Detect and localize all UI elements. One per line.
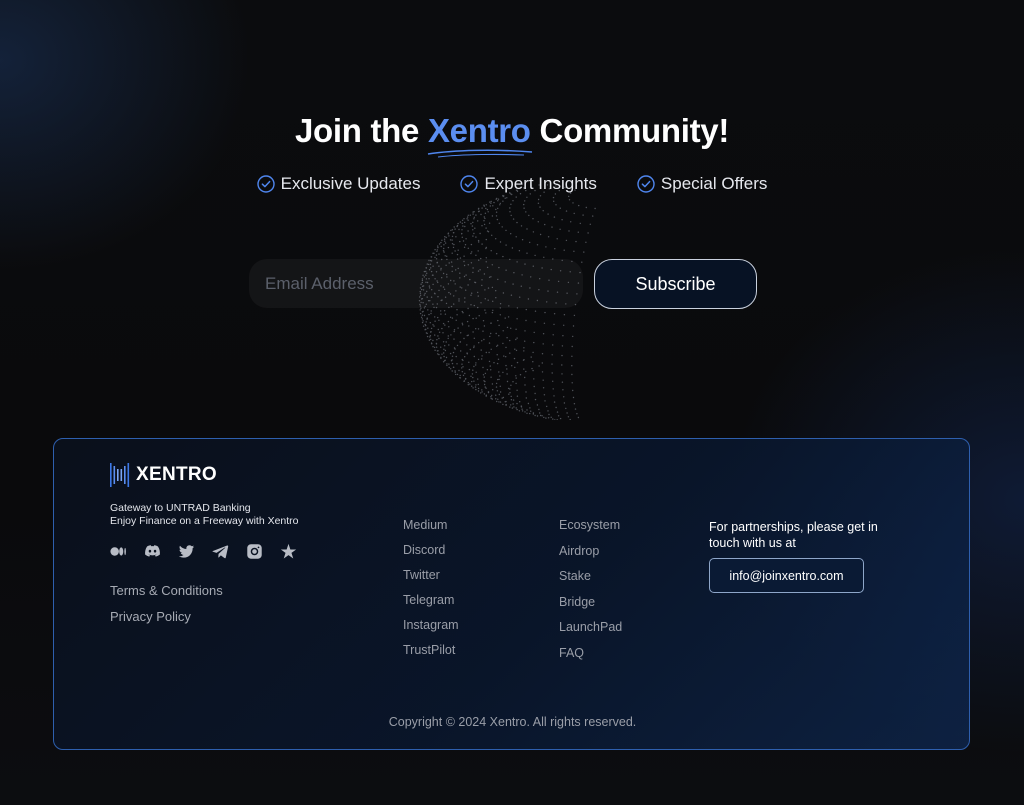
instagram-icon[interactable] xyxy=(246,543,263,560)
telegram-icon[interactable] xyxy=(212,543,229,560)
footer-link-bridge[interactable]: Bridge xyxy=(559,595,622,610)
hero-title-brand: Xentro xyxy=(427,112,533,158)
subscribe-form: Subscribe xyxy=(249,259,757,309)
brand-underline-icon xyxy=(427,149,533,158)
partnership-text: For partnerships, please get in touch wi… xyxy=(709,520,878,550)
tagline-line-1: Gateway to UNTRAD Banking xyxy=(110,502,251,514)
benefit-item: Expert Insights xyxy=(460,174,597,194)
hero-brand-text: Xentro xyxy=(427,112,531,149)
social-links xyxy=(110,543,297,560)
check-circle-icon xyxy=(256,175,275,193)
footer-tagline: Gateway to UNTRAD Banking Enjoy Finance … xyxy=(110,502,299,528)
benefit-label: Special Offers xyxy=(660,174,768,193)
xentro-logo-icon xyxy=(110,463,130,487)
footer-link-airdrop[interactable]: Airdrop xyxy=(559,544,622,559)
footer-link-faq[interactable]: FAQ xyxy=(559,646,622,661)
discord-icon[interactable] xyxy=(144,543,161,560)
tagline-line-2: Enjoy Finance on a Freeway with Xentro xyxy=(110,515,299,527)
hero-title-prefix: Join the xyxy=(294,112,428,149)
hero-title-suffix: Community! xyxy=(530,112,730,149)
contact-email-button[interactable]: info@joinxentro.com xyxy=(709,558,864,593)
footer-link-stake[interactable]: Stake xyxy=(559,569,622,584)
medium-icon[interactable] xyxy=(110,543,127,560)
footer-card: XENTRO Gateway to UNTRAD Banking Enjoy F… xyxy=(53,438,970,750)
product-links: Ecosystem Airdrop Stake Bridge LaunchPad… xyxy=(559,518,622,671)
email-input[interactable] xyxy=(249,259,583,308)
twitter-icon[interactable] xyxy=(178,543,195,560)
hero-title: Join the Xentro Community! xyxy=(0,112,1024,158)
footer-link-medium[interactable]: Medium xyxy=(403,518,459,533)
footer-logo[interactable]: XENTRO xyxy=(110,463,217,487)
benefit-label: Expert Insights xyxy=(484,174,597,193)
legal-links: Terms & Conditions Privacy Policy xyxy=(110,583,223,635)
footer-link-launchpad[interactable]: LaunchPad xyxy=(559,620,622,635)
footer-link-ecosystem[interactable]: Ecosystem xyxy=(559,518,622,533)
community-links: Medium Discord Twitter Telegram Instagra… xyxy=(403,518,459,668)
benefit-item: Exclusive Updates xyxy=(256,174,421,194)
footer-link-instagram[interactable]: Instagram xyxy=(403,618,459,633)
check-circle-icon xyxy=(460,175,479,193)
footer-link-telegram[interactable]: Telegram xyxy=(403,593,459,608)
hero-section: Join the Xentro Community! xyxy=(0,112,1024,158)
footer-link-twitter[interactable]: Twitter xyxy=(403,568,459,583)
benefit-item: Special Offers xyxy=(637,174,767,194)
privacy-link[interactable]: Privacy Policy xyxy=(110,609,223,624)
copyright-text: Copyright © 2024 Xentro. All rights rese… xyxy=(388,715,637,729)
check-circle-icon xyxy=(637,175,655,193)
subscribe-button[interactable]: Subscribe xyxy=(594,259,757,309)
benefits-list: Exclusive Updates Expert Insights Specia… xyxy=(0,174,1024,194)
logo-text: XENTRO xyxy=(136,464,217,485)
footer-link-trustpilot[interactable]: TrustPilot xyxy=(403,643,459,658)
terms-link[interactable]: Terms & Conditions xyxy=(110,583,223,598)
benefit-label: Exclusive Updates xyxy=(280,174,421,193)
trustpilot-icon[interactable] xyxy=(280,543,297,560)
footer-link-discord[interactable]: Discord xyxy=(403,543,459,558)
